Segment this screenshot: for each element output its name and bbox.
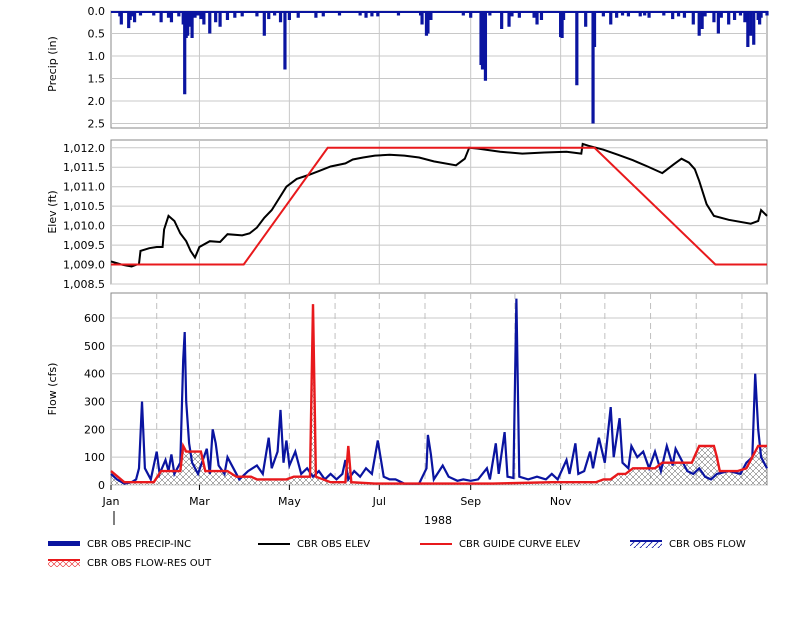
legend-label: CBR GUIDE CURVE ELEV	[459, 539, 580, 550]
flow-plot-area	[110, 292, 768, 486]
precip-bar	[697, 11, 701, 36]
y-tick-label: 300	[84, 396, 105, 409]
y-tick-label: 1,011.5	[63, 161, 105, 174]
y-tick-label: 1.0	[88, 50, 106, 63]
legend-label: CBR OBS ELEV	[297, 539, 370, 550]
x-tick-label: Jul	[372, 495, 386, 508]
y-tick-label: 600	[84, 312, 105, 325]
legend: CBR OBS PRECIP-INC CBR OBS ELEV CBR GUIDE …	[48, 539, 746, 569]
precip-bar	[420, 11, 424, 25]
legend-label: CBR OBS FLOW	[669, 539, 746, 550]
y-tick-label: 100	[84, 451, 105, 464]
precip-bar	[208, 11, 212, 34]
precip-bar	[535, 11, 539, 25]
x-tick-label: Sep	[460, 495, 481, 508]
x-tick-label: Mar	[189, 495, 210, 508]
legend-item: CBR OBS ELEV	[258, 539, 370, 550]
legend-swatch-hatch	[630, 541, 662, 548]
legend-swatch-hatch	[48, 560, 80, 567]
precip-bar	[262, 11, 266, 36]
y-tick-label: 500	[84, 340, 105, 353]
precip-bar	[609, 11, 613, 25]
y-tick-label: 400	[84, 368, 105, 381]
precip-bar	[691, 11, 695, 25]
precip-bar	[592, 11, 597, 47]
y-tick-label: 1,009.5	[63, 239, 105, 252]
x-tick-label: May	[278, 495, 301, 508]
y-tick-label: 200	[84, 423, 105, 436]
precip-bar	[190, 11, 194, 38]
y-tick-label: 2.5	[88, 118, 106, 131]
precip-bar	[716, 11, 720, 34]
x-axis-year-label: 1988	[424, 514, 452, 527]
precip-bar	[202, 11, 206, 25]
y-tick-label: 2.0	[88, 95, 106, 108]
y-tick-label: 0	[98, 479, 105, 492]
legend-item: CBR GUIDE CURVE ELEV	[420, 539, 580, 550]
y-tick-label: 1.5	[88, 73, 106, 86]
precip-bar	[507, 11, 511, 27]
legend-label: CBR OBS FLOW-RES OUT	[87, 558, 212, 569]
precip-bar	[119, 11, 123, 25]
precip-bar	[752, 11, 756, 45]
precip-bar	[749, 11, 753, 36]
y-tick-label: 1,010.5	[63, 200, 105, 213]
y-tick-label: 0.5	[88, 28, 106, 41]
y-tick-label: 1,010.0	[63, 220, 105, 233]
legend-item: CBR OBS FLOW-RES OUT	[48, 558, 212, 569]
precip-bar	[575, 11, 579, 86]
precip-bar	[187, 11, 191, 27]
precip-bar	[483, 11, 488, 81]
precip-bar	[746, 11, 750, 47]
precip-y-axis-label: Precip (in)	[46, 36, 59, 92]
legend-swatch	[48, 541, 80, 546]
y-tick-label: 0.0	[88, 5, 106, 18]
precip-bar	[426, 11, 430, 34]
legend-item: CBR OBS PRECIP-INC	[48, 539, 191, 550]
y-tick-label: 1,009.0	[63, 259, 105, 272]
precip-bar	[700, 11, 704, 29]
y-tick-label: 1,012.0	[63, 142, 105, 155]
legend-item: CBR OBS FLOW	[630, 539, 746, 550]
flow-y-axis-label: Flow (cfs)	[46, 363, 59, 416]
precip-bar	[584, 11, 588, 27]
precip-bar	[218, 11, 222, 27]
y-tick-label: 1,011.0	[63, 181, 105, 194]
precip-bar	[283, 11, 287, 70]
hydrograph-figure: Precip (in) Elev (ft) Flow (cfs) 0.0 0.5 1…	[46, 5, 769, 569]
precip-bar	[500, 11, 504, 29]
y-tick-label: 1,008.5	[63, 278, 105, 291]
legend-label: CBR OBS PRECIP-INC	[87, 539, 191, 550]
x-tick-label: Nov	[550, 495, 572, 508]
elev-y-axis-label: Elev (ft)	[46, 190, 59, 233]
precip-bar	[727, 11, 731, 25]
x-tick-label: Jan	[102, 495, 120, 508]
